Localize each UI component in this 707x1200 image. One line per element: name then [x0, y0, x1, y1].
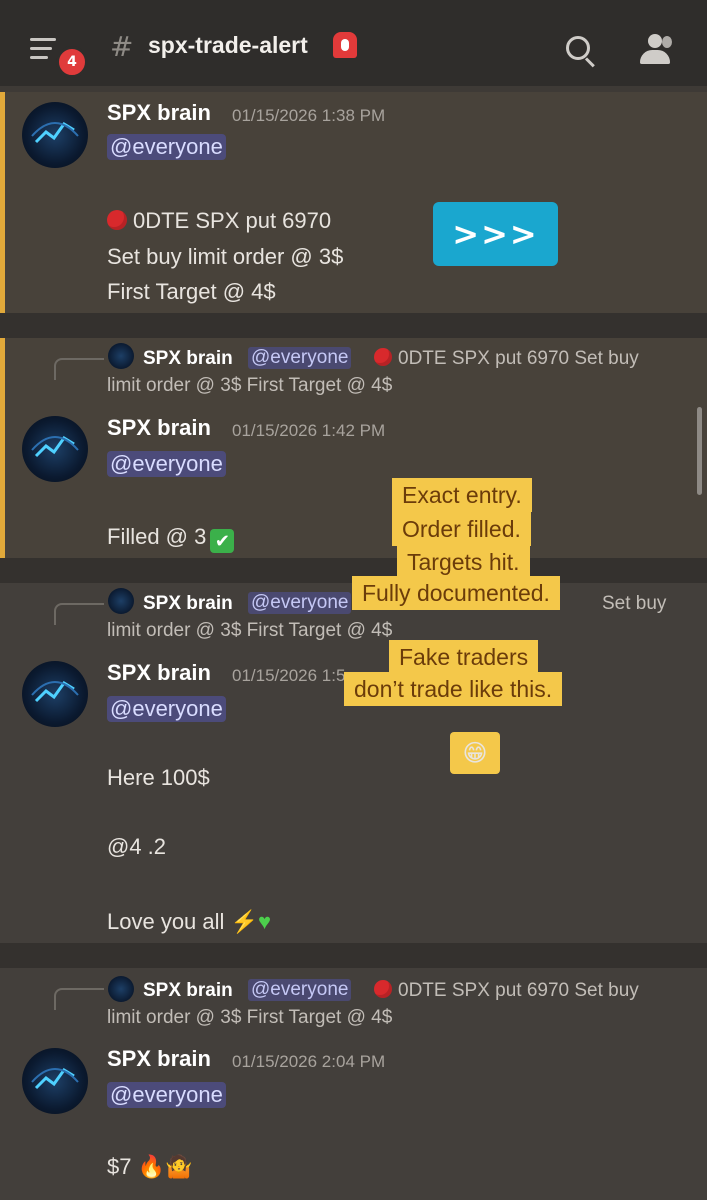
- author-name[interactable]: SPX brain: [107, 1046, 211, 1072]
- reply-connector: [54, 603, 104, 625]
- message-line: First Target @ 4$: [107, 279, 276, 304]
- green-heart-icon: ♥: [257, 909, 272, 934]
- reply-preview-cont[interactable]: limit order @ 3$ First Target @ 4$: [107, 1007, 392, 1029]
- callout-line: Targets hit.: [397, 545, 530, 579]
- everyone-mention[interactable]: @everyone: [107, 451, 226, 477]
- callout-line: Order filled.: [392, 512, 531, 546]
- author-name[interactable]: SPX brain: [107, 415, 211, 441]
- author-name[interactable]: SPX brain: [107, 660, 211, 686]
- check-mark-icon: ✔: [210, 529, 235, 553]
- message-line: Love you all ⚡♥: [107, 909, 272, 934]
- fire-icon: 🔥: [137, 1154, 166, 1179]
- timestamp: 01/15/2026 1:38 PM: [232, 106, 386, 125]
- next-arrow-button[interactable]: >>>: [433, 202, 558, 266]
- reply-author[interactable]: SPX brain: [143, 593, 233, 615]
- reply-avatar: [108, 976, 134, 1002]
- everyone-mention[interactable]: @everyone: [107, 1082, 226, 1108]
- reply-preview[interactable]: 0DTE SPX put 6970 Set buy: [374, 980, 639, 1002]
- divider: [0, 313, 707, 338]
- message-line: Set buy limit order @ 3$: [107, 244, 344, 269]
- avatar[interactable]: [22, 1048, 88, 1114]
- red-circle-icon: [374, 348, 392, 366]
- channel-title[interactable]: spx-trade-alert: [148, 32, 308, 59]
- reply-mention: @everyone: [248, 347, 352, 369]
- callout-line: don’t trade like this.: [344, 672, 563, 706]
- reply-preview-cont[interactable]: limit order @ 3$ First Target @ 4$: [107, 375, 392, 397]
- callout-line: Fake traders: [389, 640, 539, 674]
- reply-mention: @everyone: [248, 979, 352, 1001]
- timestamp: 01/15/2026 2:04 PM: [232, 1052, 386, 1071]
- avatar[interactable]: [22, 661, 88, 727]
- reply-preview[interactable]: Set buy: [602, 593, 666, 615]
- reply-connector: [54, 988, 104, 1010]
- red-circle-icon: [374, 980, 392, 998]
- channel-header: 4 # spx-trade-alert: [0, 0, 707, 86]
- message-line: $7 🔥🤷: [107, 1154, 193, 1179]
- everyone-mention[interactable]: @everyone: [107, 134, 226, 160]
- reply-connector: [54, 358, 104, 380]
- callout-line: Fully documented.: [352, 576, 560, 610]
- divider: [0, 943, 707, 968]
- message-item[interactable]: SPX brain @everyone 0DTE SPX put 6970 Se…: [0, 338, 707, 558]
- grinning-face-icon: 😁: [450, 732, 500, 774]
- message-item[interactable]: SPX brain 01/15/2026 1:38 PM @everyone 0…: [0, 92, 707, 313]
- avatar[interactable]: [22, 416, 88, 482]
- reply-preview-cont[interactable]: limit order @ 3$ First Target @ 4$: [107, 620, 392, 642]
- search-icon[interactable]: [566, 36, 590, 60]
- author-name[interactable]: SPX brain: [107, 100, 211, 126]
- reply-mention: @everyone: [248, 592, 352, 614]
- timestamp: 01/15/2026 1:5: [232, 666, 346, 685]
- shrug-icon: 🤷: [165, 1154, 193, 1179]
- timestamp: 01/15/2026 1:42 PM: [232, 421, 386, 440]
- reply-author[interactable]: SPX brain: [143, 980, 233, 1002]
- everyone-mention[interactable]: @everyone: [107, 696, 226, 722]
- message-line: Here 100$: [107, 765, 210, 790]
- message-item[interactable]: SPX brain @everyone Set buy limit order …: [0, 583, 707, 943]
- red-circle-icon: [107, 210, 127, 230]
- reply-preview[interactable]: 0DTE SPX put 6970 Set buy: [374, 348, 639, 370]
- scrollbar[interactable]: [697, 407, 702, 495]
- avatar[interactable]: [22, 102, 88, 168]
- callout-line: Exact entry.: [392, 478, 532, 512]
- hamburger-menu-icon[interactable]: [30, 38, 60, 60]
- siren-icon: [333, 32, 357, 58]
- channel-hash-icon: #: [110, 30, 134, 63]
- message-line: @4 .2: [107, 834, 167, 859]
- reply-avatar: [108, 343, 134, 369]
- message-line: 0DTE SPX put 6970: [107, 208, 331, 234]
- reply-avatar: [108, 588, 134, 614]
- message-line: Filled @ 3 ✔: [107, 524, 235, 553]
- notification-badge: 4: [56, 46, 88, 78]
- reply-author[interactable]: SPX brain: [143, 348, 233, 370]
- lightning-icon: ⚡: [230, 909, 258, 934]
- message-item[interactable]: SPX brain @everyone 0DTE SPX put 6970 Se…: [0, 968, 707, 1200]
- members-icon[interactable]: [640, 34, 676, 64]
